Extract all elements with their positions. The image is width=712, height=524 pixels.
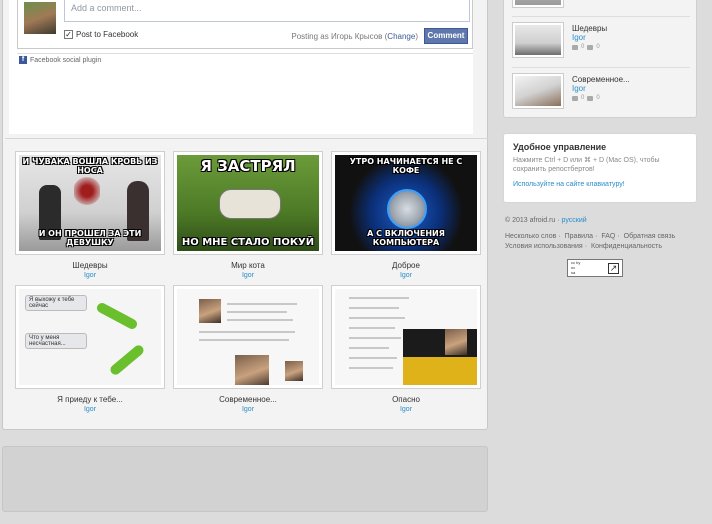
divider [512,67,690,68]
thumbnail-card[interactable]: Я выхожу к тебе сейчас Что у меня несчас… [15,285,165,413]
thumbnail-image[interactable]: УТРО НАЧИНАЕТСЯ НЕ С КОФЕ А С ВКЛЮЧЕНИЯ … [331,151,481,255]
thumbnail-title[interactable]: Я приеду к тебе... [15,395,165,404]
chat-bubble: Я выхожу к тебе сейчас [25,295,87,311]
footer-links: Несколько слов · Правила · FAQ · Обратная с… [505,233,676,251]
divider [512,16,690,17]
facebook-plugin-credit[interactable]: f Facebook social plugin [19,56,101,64]
sidebar-item[interactable]: 0 0 [512,0,692,12]
tips-text: Нажмите Ctrl + D или ⌘ + D (Mac OS), что… [513,157,660,174]
facebook-icon: f [19,56,27,64]
thumbnail-author[interactable]: Igor [173,272,323,279]
thumbnail-card[interactable]: УТРО НАЧИНАЕТСЯ НЕ С КОФЕ А С ВКЛЮЧЕНИЯ … [331,151,481,279]
like-icon [587,95,594,101]
meme-top-text: УТРО НАЧИНАЕТСЯ НЕ С КОФЕ [349,157,463,175]
meme-top-text: Я ЗАСТРЯЛ [200,157,296,175]
facebook-comments-box: Add a comment... ✓ Post to Facebook Post… [9,0,473,134]
creative-commons-badge[interactable]: cc by nc sa ↗ [567,259,623,277]
meme-top-text: И ЧУВАКА ВОШЛА КРОВЬ ИЗ НОСА [22,157,158,175]
tips-link[interactable]: Используйте на сайте клавиатуру! [513,181,687,188]
post-to-facebook-row[interactable]: ✓ Post to Facebook [64,30,138,39]
sidebar-item-stats: 0 0 [572,44,600,50]
post-to-facebook-checkbox[interactable]: ✓ [64,30,73,39]
external-link-icon: ↗ [608,263,619,274]
footer-link[interactable]: FAQ [601,233,615,240]
thumbnail-author[interactable]: Igor [173,406,323,413]
comment-icon [572,95,578,101]
sidebar-thumbnail[interactable] [512,22,564,58]
thumbnail-card[interactable]: И ЧУВАКА ВОШЛА КРОВЬ ИЗ НОСА И ОН ПРОШЕЛ… [15,151,165,279]
thumbnail-title[interactable]: Мир кота [173,261,323,270]
comment-input[interactable]: Add a comment... [64,0,470,22]
like-icon [587,44,594,50]
footer: © 2013 afroid.ru · русский Несколько сло… [505,217,705,277]
footer-link[interactable]: Несколько слов [505,233,556,240]
thumbnail-card[interactable]: Современное... Igor [173,285,323,413]
chat-bubble: Что у меня несчастная... [25,333,87,349]
divider [5,138,489,139]
comment-button[interactable]: Comment [424,28,468,44]
sidebar-thumbnail[interactable] [512,73,564,109]
sidebar-item-stats: 0 0 [572,95,600,101]
facebook-plugin-label: Facebook social plugin [30,56,102,64]
post-to-facebook-label: Post to Facebook [76,30,139,39]
footer-link[interactable]: Обратная связь [624,233,676,240]
footer-link[interactable]: Конфиденциальность [591,243,662,250]
change-account-link[interactable]: Change [387,32,415,41]
avatar [24,2,56,34]
main-content-card: Add a comment... ✓ Post to Facebook Post… [2,0,489,430]
tips-title: Удобное управление [513,142,607,152]
thumbnail-card[interactable]: Опасно Igor [331,285,481,413]
sidebar-item-author[interactable]: Igor [572,84,586,93]
thumbnail-title[interactable]: Опасно [331,395,481,404]
thumbnail-image[interactable]: И ЧУВАКА ВОШЛА КРОВЬ ИЗ НОСА И ОН ПРОШЕЛ… [15,151,165,255]
meme-bottom-text: И ОН ПРОШЕЛ ЗА ЭТИ ДЕВУШКУ [38,229,142,248]
thumbnail-image[interactable] [173,285,323,389]
sidebar-item-title[interactable]: Современное... [572,75,630,84]
thumbnail-title[interactable]: Доброе [331,261,481,270]
thumbnail-author[interactable]: Igor [15,406,165,413]
divider [17,53,473,54]
meme-bottom-text: А С ВКЛЮЧЕНИЯ КОМПЬЮТЕРА [367,229,445,248]
thumbnail-title[interactable]: Шедевры [15,261,165,270]
comment-icon [572,44,578,50]
facebook-comment-area: Add a comment... ✓ Post to Facebook Post… [17,0,473,49]
thumbnail-author[interactable]: Igor [15,272,165,279]
thumbnail-image[interactable]: Я выхожу к тебе сейчас Что у меня несчас… [15,285,165,389]
sidebar-item[interactable]: Шедевры Igor 0 0 [512,22,692,62]
footer-link[interactable]: Правила [565,233,593,240]
keyboard-tips-card: Удобное управление Нажмите Ctrl + D или … [503,133,697,203]
thumbnail-title[interactable]: Современное... [173,395,323,404]
thumbnail-author[interactable]: Igor [331,406,481,413]
sidebar-item[interactable]: Современное... Igor 0 0 [512,73,692,113]
thumbnail-author[interactable]: Igor [331,272,481,279]
thumbnail-image[interactable]: Я ЗАСТРЯЛ НО МНЕ СТАЛО ПОКУЙ [173,151,323,255]
sidebar-thumbnail[interactable] [512,0,564,8]
bottom-placeholder [2,446,488,512]
footer-link[interactable]: Условия использования [505,243,583,250]
posting-as-text: Posting as Игорь Крысов (Change) [291,32,418,41]
language-link[interactable]: русский [562,217,587,224]
meme-bottom-text: НО МНЕ СТАЛО ПОКУЙ [181,237,315,248]
thumbnail-image[interactable] [331,285,481,389]
sidebar-item-title[interactable]: Шедевры [572,24,607,33]
copyright-text: © 2013 afroid.ru · [505,217,560,224]
footer-copyright-row: © 2013 afroid.ru · русский [505,217,705,224]
thumbnail-card[interactable]: Я ЗАСТРЯЛ НО МНЕ СТАЛО ПОКУЙ Мир кота Ig… [173,151,323,279]
sidebar-item-author[interactable]: Igor [572,33,586,42]
sidebar-related-list: 0 0 Шедевры Igor 0 0 Современное... Igor… [503,0,697,118]
